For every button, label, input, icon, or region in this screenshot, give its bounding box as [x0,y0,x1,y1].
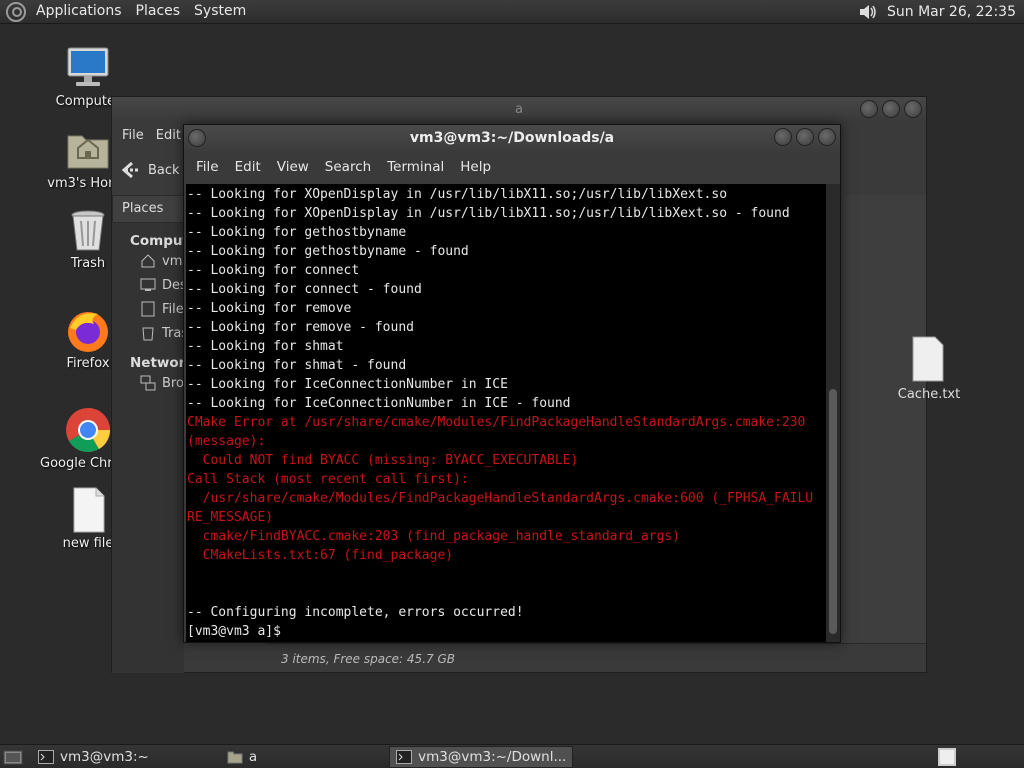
terminal-line: -- Looking for shmat [187,339,344,354]
terminal-error-line: Call Stack (most recent call first): [187,472,469,487]
sidebar-item-label: Browse Network [162,375,184,391]
task-label: vm3@vm3:~ [60,748,149,765]
fm-menu-edit[interactable]: Edit [150,128,187,143]
terminal-titlebar[interactable]: vm3@vm3:~/Downloads/a [184,125,840,152]
terminal-line: -- Looking for gethostbyname - found [187,244,469,259]
sidebar-item-filesystem[interactable]: File System [112,297,184,321]
file-label: Cache.txt [897,387,961,402]
sidebar-item-desktop[interactable]: Desktop [112,273,184,297]
terminal-line: -- Looking for connect [187,263,360,278]
home-folder-icon [67,135,109,169]
file-item[interactable]: Cache.txt [884,335,974,402]
terminal-error-line: CMakeLists.txt:67 (find_package) [187,548,454,563]
home-icon [141,254,155,268]
sidebar-section-computer: Computer [130,233,205,249]
workspace-switcher[interactable] [938,748,956,766]
terminal-window[interactable]: vm3@vm3:~/Downloads/a File Edit View Sea… [183,124,841,643]
scrollbar-thumb[interactable] [829,389,837,634]
terminal-line: -- Looking for XOpenDisplay in /usr/lib/… [187,206,790,221]
sidebar-section-network: Network [130,355,195,371]
places-dropdown[interactable]: Places [112,195,184,223]
maximize-button[interactable] [882,100,900,118]
applications-menu[interactable]: Applications [29,0,129,24]
sidebar-item-trash[interactable]: Trash [112,321,184,345]
terminal-error-line: RE_MESSAGE) [187,510,274,525]
file-icon [73,487,105,533]
terminal-output[interactable]: -- Looking for XOpenDisplay in /usr/lib/… [186,184,826,642]
sidebar-item-label: Trash [162,325,184,341]
terminal-line: [vm3@vm3 a]$ [187,624,289,639]
file-manager-sidebar: Places Computer vm3 Desktop File System … [112,195,205,673]
terminal-title: vm3@vm3:~/Downloads/a [409,130,615,146]
terminal-error-line: cmake/FindBYACC.cmake:203 (find_package_… [187,529,681,544]
term-menu-terminal[interactable]: Terminal [379,159,452,175]
task-label: a [248,748,258,765]
volume-icon[interactable] [857,2,879,22]
network-icon [140,375,156,391]
fm-menu-file[interactable]: File [116,128,150,143]
trash-icon [71,210,105,251]
folder-icon [227,751,243,763]
terminal-error-line: Could NOT find BYACC (missing: BYACC_EXE… [187,453,579,468]
desktop-icon [140,278,156,291]
file-icon [912,336,944,382]
terminal-error-line: /usr/share/cmake/Modules/FindPackageHand… [187,491,814,506]
top-panel: Applications Places System Sun Mar 26, 2… [0,0,1024,24]
file-manager-statusbar: 3 items, Free space: 45.7 GB [267,643,926,673]
terminal-line: -- Looking for XOpenDisplay in /usr/lib/… [187,187,728,202]
close-button[interactable] [904,100,922,118]
file-manager-title: a [515,102,523,117]
terminal-line: -- Looking for remove [187,301,352,316]
taskbar-item-folder-a[interactable]: a [221,746,263,768]
terminal-line: -- Configuring incomplete, errors occurr… [187,605,524,620]
task-label: vm3@vm3:~/Downl... [418,748,567,765]
term-menu-view[interactable]: View [269,159,317,175]
minimize-button[interactable] [860,100,878,118]
term-menu-help[interactable]: Help [452,159,499,175]
taskbar-item-terminal-home[interactable]: vm3@vm3:~ [32,746,155,768]
drive-icon [141,301,155,317]
trash-small-icon [142,327,154,341]
term-menu-search[interactable]: Search [317,159,379,175]
terminal-line: -- Looking for IceConnectionNumber in IC… [187,377,508,392]
bottom-taskbar: vm3@vm3:~ a vm3@vm3:~/Downl... [0,744,1024,768]
sidebar-item-label: Desktop [162,277,184,293]
back-arrow-icon [121,161,140,179]
terminal-line: -- Looking for remove - found [187,320,414,335]
show-desktop-icon[interactable] [2,747,24,767]
terminal-line: -- Looking for shmat - found [187,358,407,373]
terminal-menubar: File Edit View Search Terminal Help [184,152,840,182]
maximize-button[interactable] [796,128,814,146]
sidebar-item-label: File System [162,301,184,317]
file-manager-titlebar[interactable]: a [112,97,926,122]
terminal-icon [38,749,54,764]
distro-logo-icon[interactable] [5,1,27,23]
clock[interactable]: Sun Mar 26, 22:35 [879,4,1020,20]
computer-icon [67,47,109,86]
firefox-icon [68,312,108,352]
chrome-icon [66,408,110,452]
term-menu-file[interactable]: File [188,159,227,175]
terminal-icon [396,749,413,764]
term-menu-edit[interactable]: Edit [227,159,269,175]
minimize-button[interactable] [774,128,792,146]
terminal-line: -- Looking for gethostbyname [187,225,407,240]
terminal-error-line: (message): [187,434,266,449]
close-button[interactable] [818,128,836,146]
sidebar-item-label: vm3 [162,253,184,269]
terminal-line: -- Looking for connect - found [187,282,422,297]
terminal-scrollbar[interactable] [826,184,840,642]
back-label: Back [148,162,180,178]
sidebar-item-browse-network[interactable]: Browse Network [112,371,184,395]
sidebar-item-home[interactable]: vm3 [112,249,184,273]
terminal-error-line: CMake Error at /usr/share/cmake/Modules/… [187,415,806,430]
terminal-line: -- Looking for IceConnectionNumber in IC… [187,396,571,411]
window-menu-button[interactable] [188,129,206,147]
back-button[interactable]: Back [120,159,180,181]
system-menu[interactable]: System [187,0,253,24]
taskbar-item-terminal-downloads[interactable]: vm3@vm3:~/Downl... [389,745,574,768]
places-menu[interactable]: Places [129,0,188,24]
